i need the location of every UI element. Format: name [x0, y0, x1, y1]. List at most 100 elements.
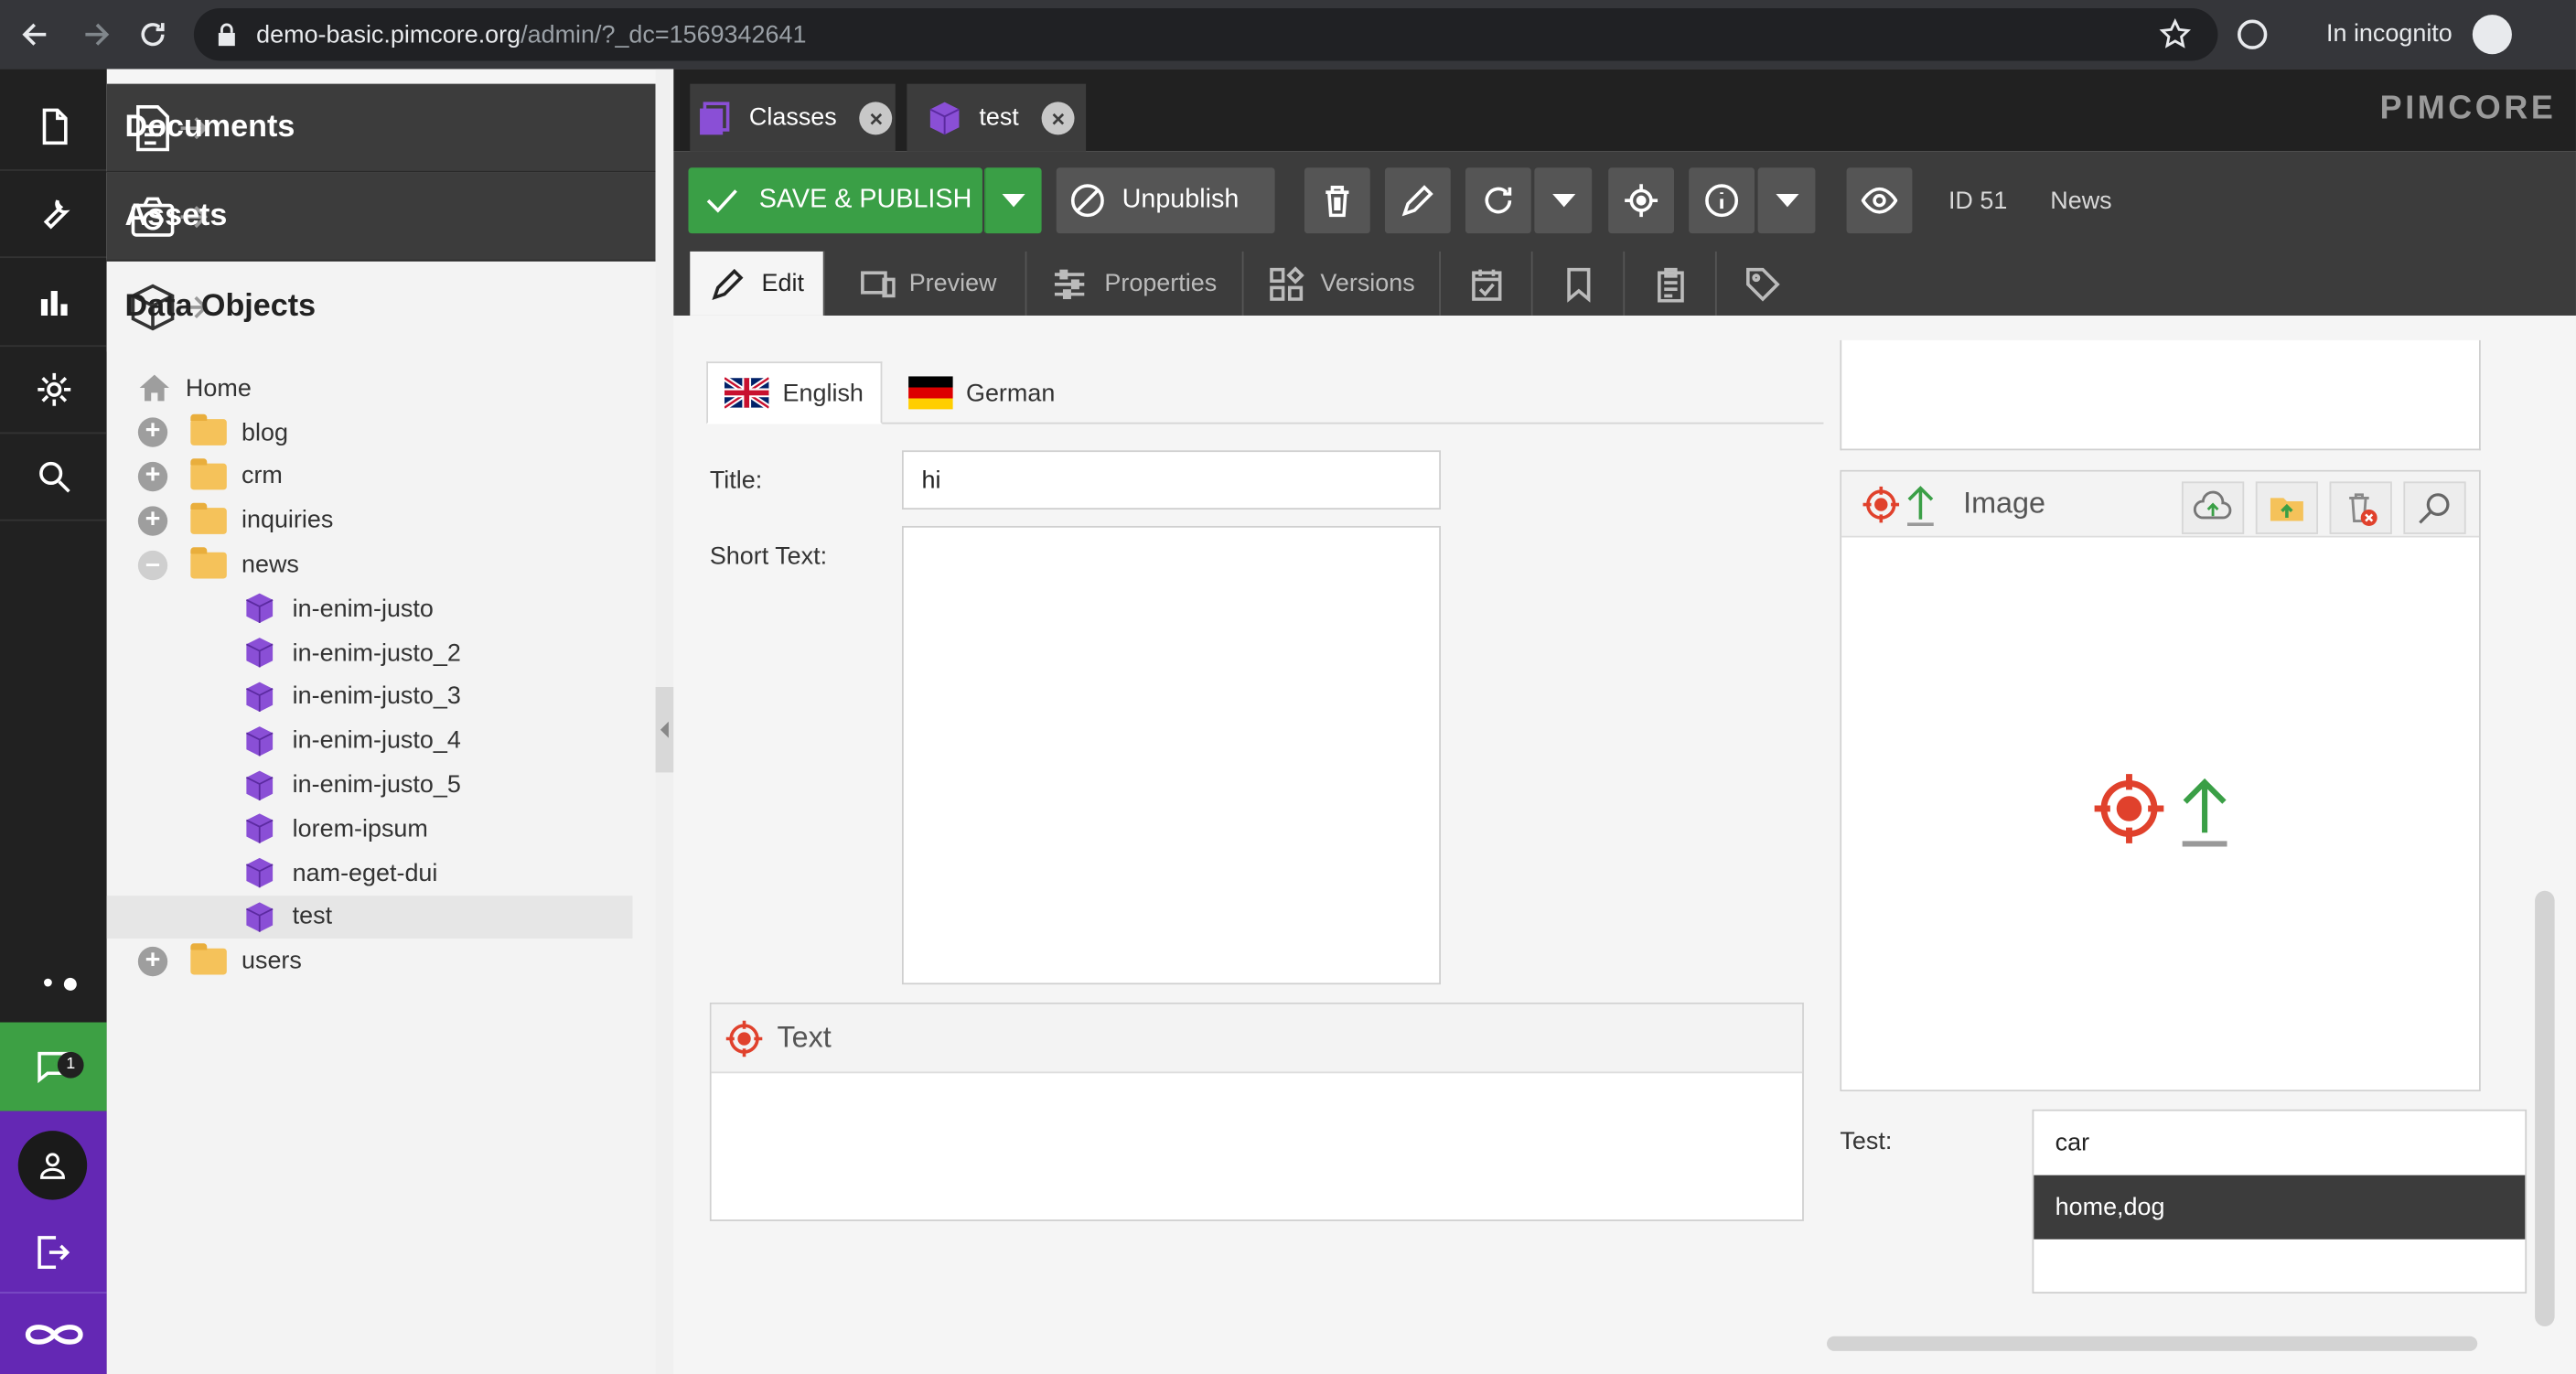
classes-icon [700, 101, 730, 134]
upload-cloud-button[interactable] [2181, 481, 2245, 534]
reload-icon[interactable] [136, 18, 169, 51]
tree-node-blog[interactable]: + blog [107, 411, 656, 455]
title-label: Title: [709, 467, 763, 495]
tree-node-object[interactable]: in-enim-justo_5 [107, 763, 656, 807]
pimcore-logo-icon[interactable] [0, 1292, 107, 1374]
expand-plus-icon[interactable]: + [137, 461, 168, 492]
tree-node-object[interactable]: in-enim-justo_2 [107, 631, 656, 675]
tab-test[interactable]: test × [907, 83, 1087, 152]
multiselect-option[interactable] [2034, 1240, 2525, 1304]
tab-versions[interactable]: Versions [1243, 251, 1442, 316]
accordion-data-objects[interactable]: Data Objects [106, 263, 656, 352]
collapse-minus-icon[interactable]: – [137, 550, 168, 580]
pencil-icon [1401, 185, 1433, 217]
multiselect-option[interactable]: car [2034, 1111, 2525, 1175]
tree-node-object-selected[interactable]: test [106, 895, 633, 939]
back-icon[interactable] [20, 18, 53, 51]
tree-node-label: inquiries [241, 506, 334, 535]
lang-tab-german[interactable]: German [908, 361, 1073, 424]
bookmark-star-icon[interactable] [2159, 18, 2192, 51]
tree-node-object[interactable]: in-enim-justo_3 [107, 675, 656, 719]
title-input[interactable]: hi [901, 450, 1442, 510]
reload-options-dropdown[interactable] [1534, 167, 1593, 234]
close-tab-icon[interactable]: × [859, 101, 893, 134]
short-text-textarea[interactable] [901, 525, 1442, 985]
gear-icon[interactable] [0, 347, 107, 435]
target-icon[interactable] [724, 1018, 764, 1057]
file-icon[interactable] [0, 84, 107, 171]
delete-button[interactable] [1304, 167, 1370, 234]
wrench-icon[interactable] [0, 171, 107, 259]
tab-properties[interactable]: Properties [1026, 251, 1244, 316]
expand-plus-icon[interactable]: + [137, 417, 168, 448]
text-editor-area[interactable] [712, 1073, 1802, 1219]
tab-classes[interactable]: Classes × [690, 83, 896, 152]
expand-plus-icon[interactable]: + [137, 946, 168, 976]
folder-icon [190, 942, 227, 974]
tree-node-object[interactable]: lorem-ipsum [107, 807, 656, 851]
object-cube-icon [245, 594, 274, 624]
forward-icon[interactable] [79, 18, 112, 51]
accordion-label: Assets [124, 198, 228, 233]
tree-node-object[interactable]: nam-eget-dui [107, 851, 656, 895]
locate-in-tree-button[interactable] [1608, 167, 1675, 234]
image-drop-area[interactable] [1841, 537, 2480, 1090]
tab-edit[interactable]: Edit [690, 251, 825, 316]
save-publish-button[interactable]: SAVE & PUBLISH [688, 167, 982, 234]
horizontal-scrollbar[interactable] [1827, 1336, 2478, 1351]
upper-field-box[interactable] [1840, 339, 2481, 451]
accordion-assets[interactable]: Assets [106, 172, 656, 262]
target-icon [1625, 184, 1658, 218]
tree-node-crm[interactable]: + crm [107, 455, 656, 499]
lang-tab-label: German [965, 379, 1056, 407]
expand-plus-icon[interactable]: + [137, 505, 168, 536]
reload-button[interactable] [1465, 167, 1531, 234]
tree-node-news[interactable]: – news [107, 542, 656, 586]
info-options-dropdown[interactable] [1757, 167, 1816, 234]
more-dots-icon[interactable]: • ● [43, 966, 80, 1001]
extension-icon[interactable] [2238, 19, 2268, 49]
search-image-button[interactable] [2403, 481, 2466, 534]
save-options-dropdown[interactable] [983, 167, 1042, 234]
logout-icon[interactable] [33, 1233, 72, 1272]
accordion-label: Documents [124, 109, 295, 145]
tree-node-object[interactable]: in-enim-justo [107, 586, 656, 630]
tree-node-home[interactable]: Home [107, 367, 656, 411]
subtab-label: Versions [1320, 269, 1415, 298]
tab-dependencies[interactable] [1533, 251, 1626, 316]
preview-eye-button[interactable] [1846, 167, 1913, 234]
object-toolbar: SAVE & PUBLISH Unpublish ID 51 News Edit [673, 151, 2576, 316]
close-tab-icon[interactable]: × [1041, 101, 1075, 134]
accordion-label: Data Objects [124, 289, 317, 324]
tab-tags[interactable] [1717, 252, 1809, 316]
user-avatar-icon[interactable] [17, 1131, 88, 1200]
target-icon[interactable] [1862, 484, 1901, 523]
upload-arrow-icon[interactable] [1904, 482, 1937, 526]
tree-node-users[interactable]: + users [107, 939, 656, 983]
tree-node-object[interactable]: in-enim-justo_4 [107, 719, 656, 763]
object-cube-icon [245, 725, 274, 757]
tab-notes[interactable] [1625, 251, 1717, 316]
tab-schedule[interactable] [1441, 251, 1533, 316]
address-bar[interactable]: demo-basic.pimcore.org/admin/?_dc=156934… [193, 7, 2218, 61]
pimcore-brand-logo: PIMCORE [2379, 90, 2557, 127]
bar-chart-icon[interactable] [0, 260, 107, 348]
delete-image-button[interactable] [2329, 481, 2392, 534]
accordion-documents[interactable]: Documents [106, 83, 656, 173]
tree-node-label: nam-eget-dui [292, 859, 438, 887]
object-class-label: News [2050, 187, 2112, 216]
lang-tab-english[interactable]: English [706, 361, 883, 424]
incognito-icon[interactable] [2472, 15, 2512, 55]
notifications-button[interactable]: 1 [0, 1022, 107, 1111]
tree-node-inquiries[interactable]: + inquiries [107, 499, 656, 542]
tab-preview[interactable]: Preview [832, 251, 1027, 316]
info-button[interactable] [1689, 167, 1755, 234]
upload-folder-button[interactable] [2255, 481, 2319, 534]
search-icon[interactable] [0, 434, 107, 521]
test-multiselect[interactable]: car home,dog [2032, 1109, 2528, 1294]
vertical-scrollbar[interactable] [2535, 890, 2555, 1326]
unpublish-button[interactable]: Unpublish [1056, 167, 1275, 234]
rename-button[interactable] [1384, 167, 1451, 234]
collapse-handle[interactable] [655, 687, 674, 773]
multiselect-option-selected[interactable]: home,dog [2034, 1175, 2526, 1240]
